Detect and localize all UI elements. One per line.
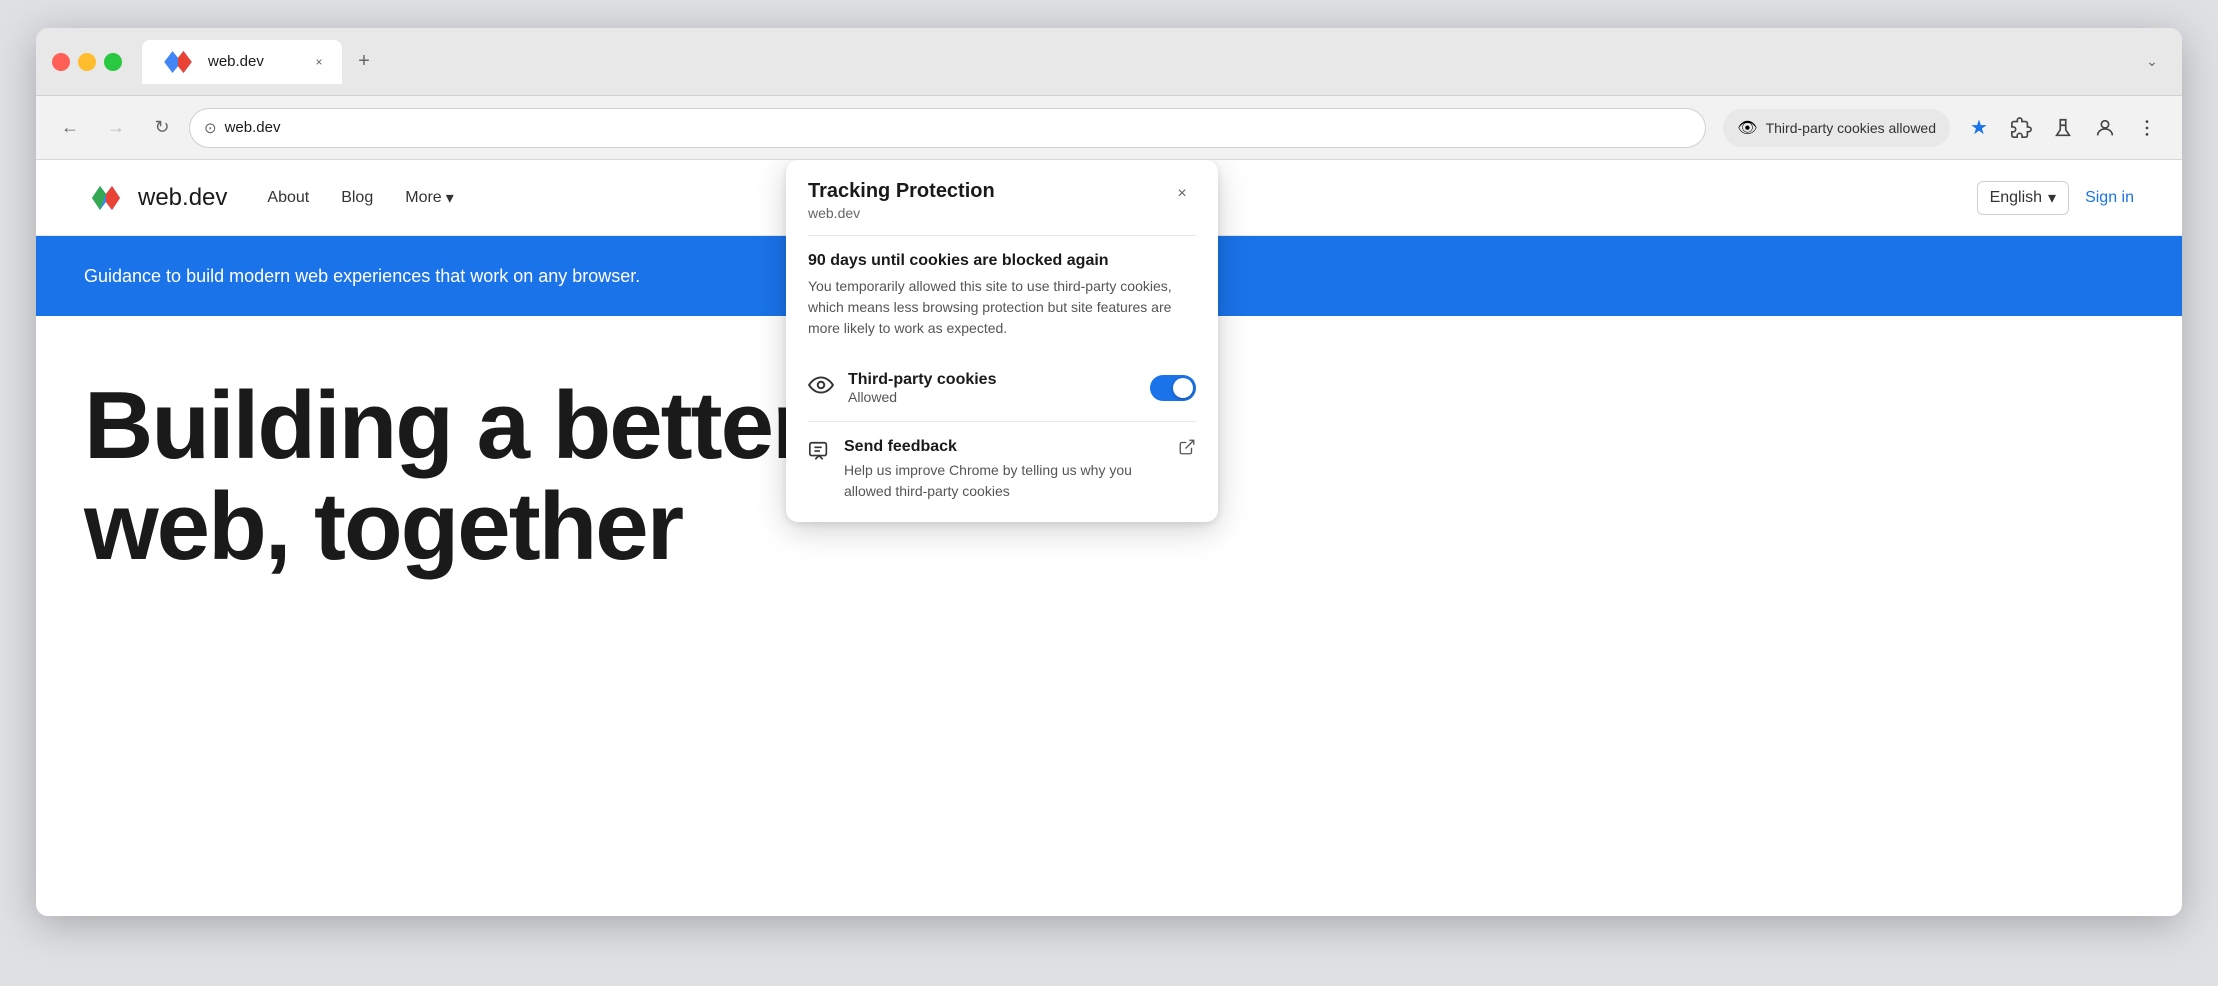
web-content: web.dev About Blog More ▾ English ▾ Sign… [36,160,2182,916]
browser-window: web.dev × + ⌄ ← → ↻ ⊙ web.dev 👁 Third-pa… [36,28,2182,916]
site-logo: web.dev [84,176,227,220]
menu-button[interactable] [2128,109,2166,147]
language-selector[interactable]: English ▾ [1977,181,2070,215]
eye-indicator-icon: 👁 [1737,118,1757,138]
labs-button[interactable] [2044,109,2082,147]
site-banner-text: Guidance to build modern web experiences… [84,266,640,287]
cookies-status: Allowed [848,389,1136,405]
minimize-button[interactable] [78,53,96,71]
popup-days-desc: You temporarily allowed this site to use… [808,276,1196,339]
extensions-button[interactable] [2002,109,2040,147]
address-text: web.dev [225,119,1692,136]
popup-title-group: Tracking Protection web.dev [808,180,1168,221]
popup-days-section: 90 days until cookies are blocked again … [786,236,1218,355]
site-navigation: About Blog More ▾ [267,188,453,208]
nav-blog-link[interactable]: Blog [341,189,373,207]
popup-subtitle: web.dev [808,205,1168,221]
site-logo-text: web.dev [138,184,227,212]
popup-header: Tracking Protection web.dev × [786,160,1218,235]
language-label: English [1990,189,2042,207]
cookies-toggle[interactable] [1150,375,1196,401]
nav-more-label: More [405,189,441,207]
tab-close-button[interactable]: × [310,53,328,71]
webdev-logo-icon [84,176,128,220]
feedback-label-group: Send feedback Help us improve Chrome by … [844,438,1164,502]
bookmark-button[interactable]: ★ [1960,109,1998,147]
expand-button[interactable]: ⌄ [2138,48,2166,76]
nav-more-chevron-icon: ▾ [446,188,454,208]
tab-title: web.dev [208,53,302,70]
navigation-bar: ← → ↻ ⊙ web.dev 👁 Third-party cookies al… [36,96,2182,160]
site-header-right: English ▾ Sign in [1977,181,2134,215]
address-icon: ⊙ [204,119,217,137]
address-bar[interactable]: ⊙ web.dev [190,109,1705,147]
popup-close-button[interactable]: × [1168,180,1196,208]
new-tab-button[interactable]: + [346,44,382,80]
feedback-label: Send feedback [844,438,1164,456]
cookie-indicator-badge[interactable]: 👁 Third-party cookies allowed [1723,109,1950,147]
tab-bar: web.dev × + [142,40,2126,84]
toggle-knob [1173,378,1193,398]
popup-days-title: 90 days until cookies are blocked again [808,252,1196,270]
popup-cookies-row: Third-party cookies Allowed [786,355,1218,421]
refresh-button[interactable]: ↻ [144,110,180,146]
feedback-icon [808,440,830,468]
popup-feedback-row: Send feedback Help us improve Chrome by … [786,422,1218,522]
cookies-label: Third-party cookies [848,371,1136,389]
nav-about-link[interactable]: About [267,189,309,207]
close-button[interactable] [52,53,70,71]
forward-button[interactable]: → [98,110,134,146]
language-chevron-icon: ▾ [2048,188,2056,208]
title-bar: web.dev × + ⌄ [36,28,2182,96]
popup-title: Tracking Protection [808,180,1168,203]
tab-favicon-icon [156,40,200,84]
profile-button[interactable] [2086,109,2124,147]
active-tab[interactable]: web.dev × [142,40,342,84]
sign-in-button[interactable]: Sign in [2085,189,2134,207]
cookies-eye-icon [808,372,834,404]
external-link-icon[interactable] [1178,438,1196,461]
nav-more-dropdown[interactable]: More ▾ [405,188,453,208]
cookie-indicator-text: Third-party cookies allowed [1766,120,1936,136]
nav-right-icons: ★ [1960,109,2166,147]
tracking-protection-popup: Tracking Protection web.dev × 90 days un… [786,160,1218,522]
feedback-desc: Help us improve Chrome by telling us why… [844,460,1164,502]
cookies-label-group: Third-party cookies Allowed [848,371,1136,405]
traffic-lights [52,53,122,71]
back-button[interactable]: ← [52,110,88,146]
title-bar-right: ⌄ [2138,48,2166,76]
maximize-button[interactable] [104,53,122,71]
